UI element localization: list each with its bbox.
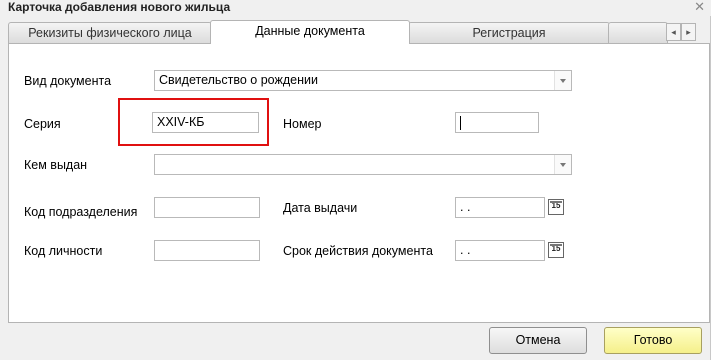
personal-code-label: Код личности xyxy=(24,244,103,258)
validity-label: Срок действия документа xyxy=(283,244,433,258)
title-bar: Карточка добавления нового жильца ✕ xyxy=(0,0,711,16)
issue-date-label: Дата выдачи xyxy=(283,201,358,215)
tab-strip: Рекизиты физического лица Данные докумен… xyxy=(8,20,710,44)
window-title: Карточка добавления нового жильца xyxy=(8,0,231,14)
issued-by-label: Кем выдан xyxy=(24,158,88,172)
calendar-icon[interactable]: 15 xyxy=(548,199,564,215)
issue-date-input[interactable]: . . xyxy=(455,197,545,218)
tab-scroll-left-icon[interactable]: ◂ xyxy=(666,23,681,41)
issue-date-value: . . xyxy=(460,200,471,214)
tab-scroll-right-icon[interactable]: ▸ xyxy=(681,23,696,41)
ok-button[interactable]: Готово xyxy=(604,327,702,354)
tab-registration[interactable]: Регистрация xyxy=(408,22,610,43)
text-caret xyxy=(460,116,461,130)
doc-type-value: Свидетельство о рождении xyxy=(159,73,318,87)
validity-date-value: . . xyxy=(460,243,471,257)
division-code-label: Код подразделения xyxy=(24,205,138,219)
number-label: Номер xyxy=(283,117,322,131)
tab-document-data[interactable]: Данные документа xyxy=(210,20,410,44)
close-icon[interactable]: ✕ xyxy=(694,0,705,15)
cancel-button[interactable]: Отмена xyxy=(489,327,587,354)
doc-type-label: Вид документа xyxy=(24,74,112,88)
chevron-down-icon[interactable] xyxy=(554,155,571,174)
number-input[interactable] xyxy=(455,112,539,133)
document-data-panel: Вид документа Свидетельство о рождении С… xyxy=(8,43,710,323)
series-highlight-box xyxy=(118,98,269,146)
chevron-down-icon[interactable] xyxy=(554,71,571,90)
doc-type-select[interactable]: Свидетельство о рождении xyxy=(154,70,572,91)
validity-date-input[interactable]: . . xyxy=(455,240,545,261)
series-label: Серия xyxy=(24,117,61,131)
tab-overflow[interactable] xyxy=(608,22,668,43)
issued-by-select[interactable] xyxy=(154,154,572,175)
dialog-window: Карточка добавления нового жильца ✕ Реки… xyxy=(0,0,711,360)
division-code-input[interactable] xyxy=(154,197,260,218)
calendar-icon[interactable]: 15 xyxy=(548,242,564,258)
tab-personal-details[interactable]: Рекизиты физического лица xyxy=(8,22,212,43)
personal-code-input[interactable] xyxy=(154,240,260,261)
